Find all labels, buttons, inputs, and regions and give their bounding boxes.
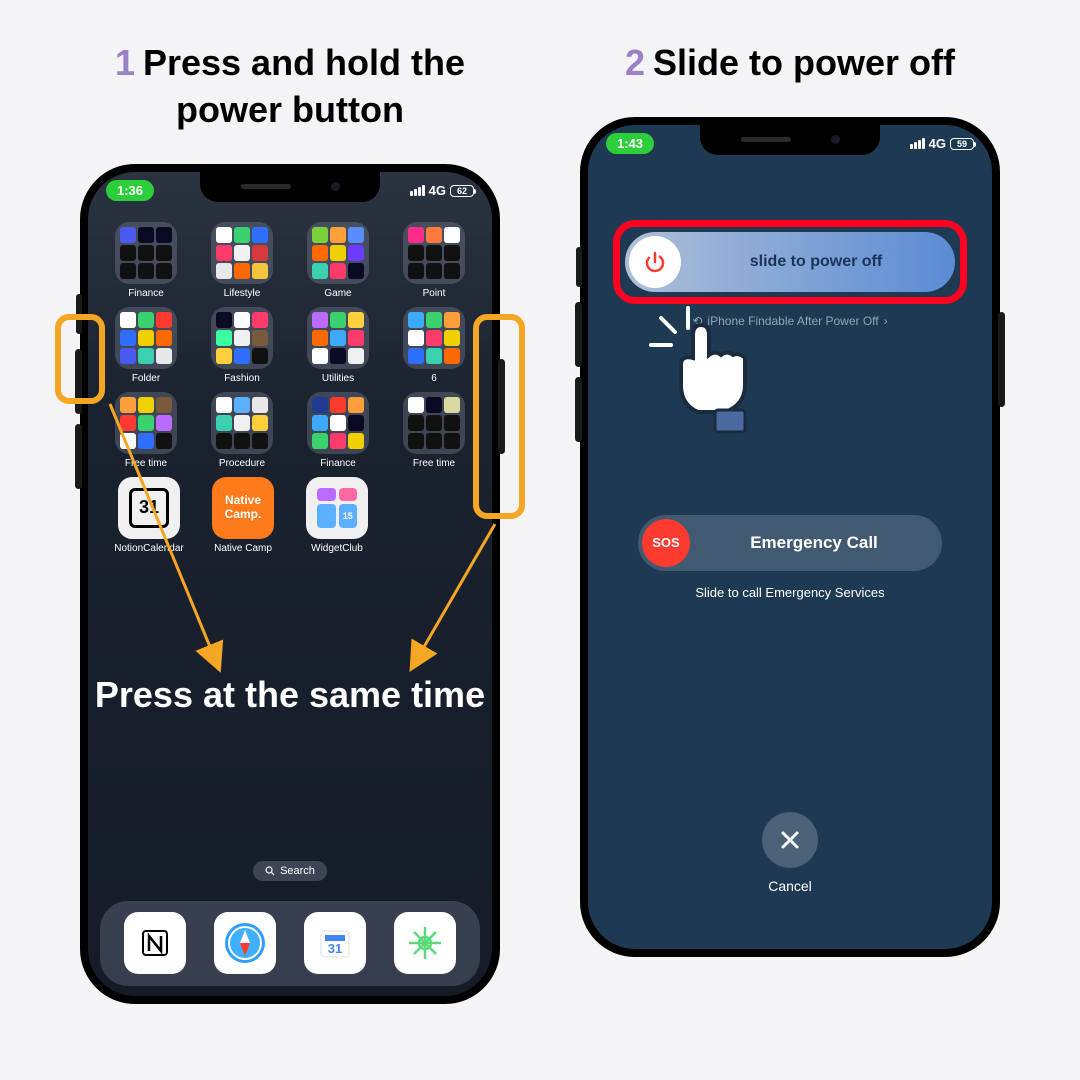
dock: 31	[100, 901, 480, 986]
folder-label: Fashion	[199, 373, 285, 384]
power-off-label: slide to power off	[681, 253, 951, 271]
step-2-text: Slide to power off	[653, 42, 955, 83]
folder-game[interactable]: Game	[295, 222, 381, 299]
mute-switch[interactable]	[576, 247, 582, 287]
step-1-number: 1	[115, 42, 135, 83]
volume-up-button[interactable]	[575, 302, 582, 367]
cancel-button[interactable]	[762, 812, 818, 868]
folder-6[interactable]: 6	[391, 307, 477, 384]
search-button[interactable]: Search	[253, 861, 327, 881]
folder-label: Point	[391, 288, 477, 299]
power-off-knob[interactable]	[629, 236, 681, 288]
step-2-number: 2	[625, 42, 645, 83]
cancel-label: Cancel	[768, 878, 812, 894]
phone-1: 1:36 4G 62 Finance Lifestyle Game Point Fold…	[80, 164, 500, 1004]
dock-app-calendar[interactable]: 31	[304, 912, 366, 974]
network-label: 4G	[429, 183, 446, 198]
volume-down-button[interactable]	[575, 377, 582, 442]
folder-label: Folder	[103, 373, 189, 384]
highlight-volume	[55, 314, 105, 404]
step-1: 1Press and hold the power button 1:36	[60, 40, 520, 1004]
highlight-power	[473, 314, 525, 519]
folder-finance[interactable]: Finance	[295, 392, 381, 469]
close-icon	[779, 829, 801, 851]
step-2: 2Slide to power off 1:43 4G 59	[560, 40, 1020, 1004]
folder-label: Utilities	[295, 373, 381, 384]
emergency-label: Emergency Call	[690, 533, 938, 553]
dock-app-notion[interactable]	[124, 912, 186, 974]
arrow-left	[100, 394, 230, 674]
arrow-right	[405, 514, 505, 674]
power-icon	[642, 249, 668, 275]
folder-utilities[interactable]: Utilities	[295, 307, 381, 384]
cancel-region: Cancel	[762, 812, 818, 894]
network-label: 4G	[929, 136, 946, 151]
folder-label: Finance	[295, 458, 381, 469]
folder-finance[interactable]: Finance	[103, 222, 189, 299]
folder-label: 6	[391, 373, 477, 384]
step-1-text: Press and hold the power button	[143, 42, 465, 130]
folder-point[interactable]: Point	[391, 222, 477, 299]
folder-label: Finance	[103, 288, 189, 299]
dock-app-claude[interactable]	[394, 912, 456, 974]
folder-free-time[interactable]: Free time	[391, 392, 477, 469]
battery-icon: 62	[450, 185, 474, 197]
folder-label: Lifestyle	[199, 288, 285, 299]
power-off-screen: 1:43 4G 59 slide to power off	[588, 125, 992, 949]
folder-label: Game	[295, 288, 381, 299]
power-off-slider[interactable]: slide to power off	[625, 232, 955, 292]
emergency-sublabel: Slide to call Emergency Services	[638, 585, 942, 600]
step-2-title: 2Slide to power off	[625, 40, 955, 87]
folder-lifestyle[interactable]: Lifestyle	[199, 222, 285, 299]
svg-text:31: 31	[328, 941, 342, 956]
app-widgetclub[interactable]: 15WidgetClub	[294, 477, 380, 554]
app-label: WidgetClub	[294, 543, 380, 554]
chevron-right-icon: ›	[884, 314, 888, 328]
emergency-region: SOS Emergency Call Slide to call Emergen…	[638, 515, 942, 600]
hand-pointer-icon	[643, 300, 773, 440]
sos-knob[interactable]: SOS	[642, 519, 690, 567]
signal-icon	[410, 185, 425, 196]
overlay-instruction: Press at the same time	[88, 672, 492, 719]
folder-folder[interactable]: Folder	[103, 307, 189, 384]
folder-fashion[interactable]: Fashion	[199, 307, 285, 384]
search-icon	[265, 866, 275, 876]
emergency-slider[interactable]: SOS Emergency Call	[638, 515, 942, 571]
notch	[200, 172, 380, 202]
dock-app-safari[interactable]	[214, 912, 276, 974]
signal-icon	[910, 138, 925, 149]
volume-down-button[interactable]	[75, 424, 82, 489]
time-pill[interactable]: 1:43	[606, 133, 654, 154]
notch	[700, 125, 880, 155]
phone-2: 1:43 4G 59 slide to power off	[580, 117, 1000, 957]
search-label: Search	[280, 865, 315, 877]
highlight-slider: slide to power off	[613, 220, 967, 304]
folder-label: Free time	[391, 458, 477, 469]
battery-icon: 59	[950, 138, 974, 150]
step-1-title: 1Press and hold the power button	[60, 40, 520, 134]
power-button[interactable]	[998, 312, 1005, 407]
time-pill[interactable]: 1:36	[106, 180, 154, 201]
